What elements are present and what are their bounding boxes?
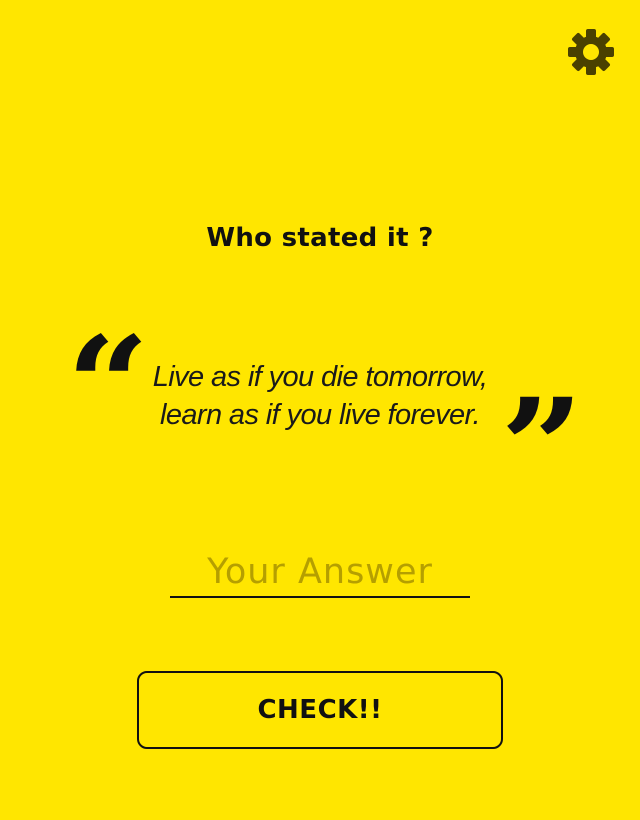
settings-button[interactable] [566, 27, 616, 77]
quote-line: learn as if you live forever. [159, 399, 481, 431]
question-heading: Who stated it ? [206, 223, 434, 253]
gear-icon [568, 29, 614, 75]
check-button[interactable]: CHECK!! [137, 671, 503, 749]
answer-input[interactable] [170, 548, 470, 598]
quote-line: Live as if you die tomorrow, [152, 361, 488, 393]
close-quote-mark: ” [500, 370, 584, 525]
quote-text: Live as if you die tomorrow, learn as if… [120, 358, 520, 434]
